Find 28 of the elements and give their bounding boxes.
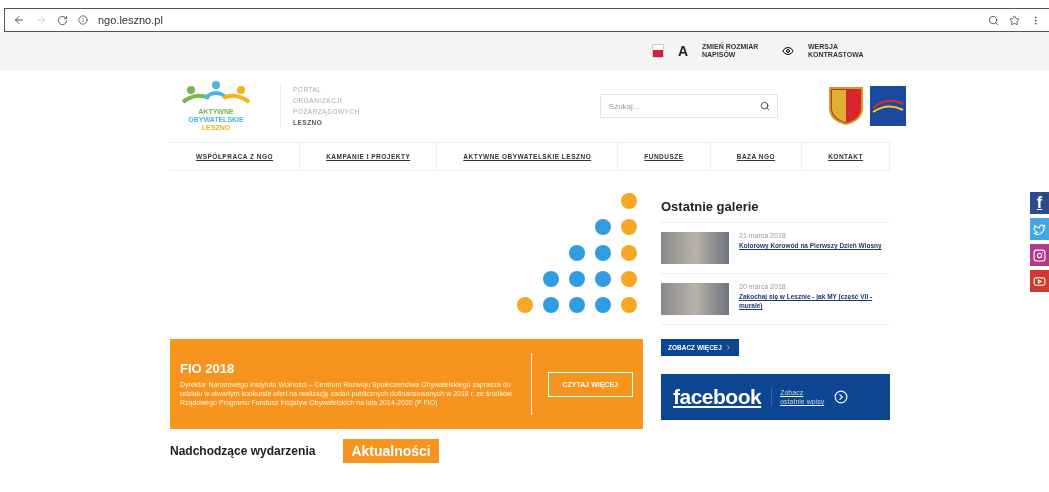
coat-of-arms-icon bbox=[827, 86, 864, 126]
bird-icon bbox=[1033, 222, 1046, 236]
facebook-link[interactable]: f bbox=[1030, 192, 1049, 214]
camera-icon bbox=[1033, 248, 1046, 262]
chevron-icon bbox=[724, 344, 732, 351]
font-size-symbol[interactable]: A bbox=[677, 43, 688, 59]
arrow-circle-icon bbox=[834, 390, 849, 404]
banner-title: FIO 2018 bbox=[180, 361, 236, 376]
star-icon[interactable] bbox=[1009, 14, 1020, 26]
instagram-link[interactable] bbox=[1030, 244, 1049, 266]
section-heading: Nadchodzące wydarzenia bbox=[170, 444, 316, 458]
city-logo-icon bbox=[869, 86, 906, 126]
section-heading: Ostatnie galerie bbox=[661, 199, 890, 223]
zoom-icon[interactable] bbox=[988, 14, 999, 26]
twitter-link[interactable] bbox=[1030, 218, 1049, 240]
flag-icon[interactable] bbox=[651, 44, 664, 58]
info-icon[interactable] bbox=[78, 15, 88, 25]
facebook-wordmark: facebook bbox=[673, 385, 762, 409]
back-icon[interactable] bbox=[13, 14, 25, 26]
photo-placeholder bbox=[661, 232, 729, 264]
search-field[interactable]: Szukaj... bbox=[599, 94, 778, 118]
play-icon bbox=[1033, 274, 1046, 288]
eye-icon[interactable] bbox=[782, 45, 794, 57]
reload-icon[interactable] bbox=[57, 14, 68, 26]
search-icon[interactable] bbox=[759, 101, 770, 111]
section-heading: Aktualności bbox=[343, 439, 439, 463]
photo-placeholder bbox=[661, 283, 729, 315]
youtube-link[interactable] bbox=[1030, 270, 1049, 292]
